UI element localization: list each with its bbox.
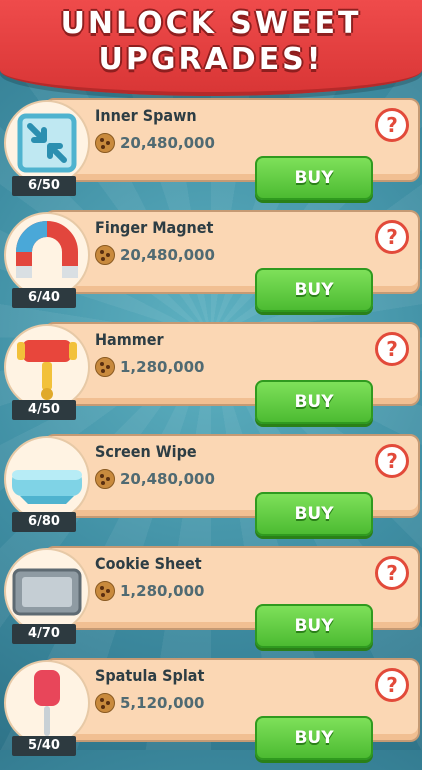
buy-button[interactable]: BUY: [255, 268, 373, 312]
cookie-sheet-icon: [4, 548, 90, 634]
cookie-icon: [95, 693, 115, 713]
upgrade-price-value: 20,480,000: [120, 134, 215, 152]
upgrade-level: 6/40: [12, 288, 76, 308]
upgrade-price: 1,280,000: [95, 580, 204, 602]
upgrade-level: 6/80: [12, 512, 76, 532]
upgrade-level: 6/50: [12, 176, 76, 196]
upgrade-row-spatula-splat: Spatula Splat 5,120,000 ? BUY 5/40: [0, 658, 422, 770]
upgrade-price-value: 1,280,000: [120, 582, 205, 600]
upgrade-price-value: 5,120,000: [120, 694, 205, 712]
help-button[interactable]: ?: [375, 108, 409, 142]
cookie-icon: [95, 245, 115, 265]
upgrade-row-cookie-sheet: Cookie Sheet 1,280,000 ? BUY 4/70: [0, 546, 422, 658]
help-button[interactable]: ?: [375, 332, 409, 366]
upgrade-row-screen-wipe: Screen Wipe 20,480,000 ? BUY 6/80: [0, 434, 422, 546]
upgrade-row-hammer: Hammer 1,280,000 ? BUY 4/50: [0, 322, 422, 434]
upgrade-price: 5,120,000: [95, 692, 204, 714]
hammer-icon: [4, 324, 90, 410]
help-button[interactable]: ?: [375, 668, 409, 702]
inner-spawn-icon: [4, 100, 90, 186]
upgrade-price: 1,280,000: [95, 356, 204, 378]
screen-wipe-icon: [4, 436, 90, 522]
buy-button[interactable]: BUY: [255, 492, 373, 536]
help-button[interactable]: ?: [375, 556, 409, 590]
upgrade-price: 20,480,000: [95, 244, 215, 266]
upgrade-price: 20,480,000: [95, 468, 215, 490]
help-button[interactable]: ?: [375, 444, 409, 478]
cookie-icon: [95, 357, 115, 377]
cookie-icon: [95, 469, 115, 489]
buy-button[interactable]: BUY: [255, 380, 373, 424]
upgrade-name: Hammer: [95, 330, 164, 349]
upgrade-price-value: 20,480,000: [120, 470, 215, 488]
help-button[interactable]: ?: [375, 220, 409, 254]
upgrade-name: Screen Wipe: [95, 442, 197, 461]
upgrade-price-value: 1,280,000: [120, 358, 205, 376]
upgrade-level: 5/40: [12, 736, 76, 756]
title-banner: UNLOCK SWEET UPGRADES!: [0, 0, 422, 96]
cookie-icon: [95, 581, 115, 601]
cookie-icon: [95, 133, 115, 153]
upgrade-row-inner-spawn: Inner Spawn 20,480,000 ? BUY 6/50: [0, 98, 422, 210]
upgrade-name: Spatula Splat: [95, 666, 205, 685]
upgrade-level: 4/70: [12, 624, 76, 644]
upgrade-name: Finger Magnet: [95, 218, 214, 237]
buy-button[interactable]: BUY: [255, 716, 373, 760]
buy-button[interactable]: BUY: [255, 604, 373, 648]
buy-button[interactable]: BUY: [255, 156, 373, 200]
upgrade-price: 20,480,000: [95, 132, 215, 154]
magnet-icon: [4, 212, 90, 298]
spatula-icon: [4, 660, 90, 746]
banner-title-line-1: UNLOCK SWEET: [60, 6, 362, 41]
upgrade-name: Inner Spawn: [95, 106, 197, 125]
upgrade-price-value: 20,480,000: [120, 246, 215, 264]
banner-title-line-2: UPGRADES!: [98, 42, 324, 77]
upgrade-name: Cookie Sheet: [95, 554, 202, 573]
upgrade-row-finger-magnet: Finger Magnet 20,480,000 ? BUY 6/40: [0, 210, 422, 322]
upgrade-level: 4/50: [12, 400, 76, 420]
